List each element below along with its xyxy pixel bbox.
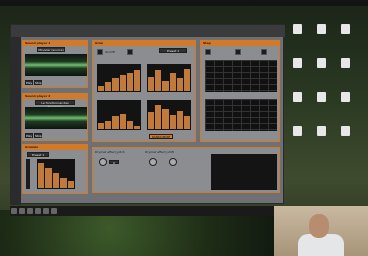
effect-panel: Granule Preset 1 [22, 144, 88, 194]
soundplayer-1-play-button[interactable]: Play [25, 80, 33, 85]
desktop-file-icon[interactable] [290, 24, 304, 40]
sequencer-title: Step [201, 41, 279, 46]
randomize-button[interactable]: RANDOMIZE [149, 134, 173, 139]
enable-toggle[interactable] [97, 49, 103, 55]
shift-knob[interactable] [149, 158, 157, 166]
desktop-file-icon[interactable] [314, 126, 328, 142]
grain-size-graph[interactable] [97, 64, 141, 92]
soundplayer-1-title: Sound player 1 [23, 41, 87, 46]
shift-knob-2[interactable] [169, 158, 177, 166]
taskbar-app-icon[interactable] [51, 208, 57, 214]
desktop-file-icon[interactable] [290, 58, 304, 74]
sequencer-toggle-2[interactable] [235, 49, 241, 55]
presenter-face [309, 214, 329, 238]
soundplayer-1-stop-button[interactable]: Stop [34, 80, 42, 85]
effect-preset-menu[interactable]: Preset 1 [27, 152, 49, 157]
taskbar [10, 206, 284, 216]
enable-label: On/Off [105, 50, 115, 54]
grain-density-graph[interactable] [147, 64, 191, 92]
menu-bar [0, 0, 368, 6]
grain-position-graph[interactable] [147, 100, 191, 130]
shift-effect-label: Drymet effect_shift [145, 150, 174, 154]
freeze-toggle[interactable] [127, 49, 133, 55]
taskbar-app-icon[interactable] [27, 208, 33, 214]
desktop-file-icon[interactable] [290, 126, 304, 142]
desktop-file-icon[interactable] [338, 126, 352, 142]
soundplayer-2-stop-button[interactable]: Stop [34, 133, 42, 138]
soundplayer-2-title: Sound player 2 [23, 94, 87, 99]
window-toolbar [11, 25, 285, 37]
desktop-file-icon[interactable] [338, 58, 352, 74]
sequencer-grid-bottom[interactable] [205, 99, 277, 131]
desktop-file-icon[interactable] [314, 92, 328, 108]
pitch-effect-label: Drymet effect_pitch [95, 150, 125, 154]
soundplayer-2-play-button[interactable]: Play [25, 133, 33, 138]
desktop-file-icon[interactable] [290, 92, 304, 108]
pitch-value[interactable]: 0 [109, 160, 119, 165]
left-tool-strip [11, 37, 21, 205]
taskbar-app-icon[interactable] [35, 208, 41, 214]
sequencer-panel: Step [200, 40, 280, 142]
soundplayer-2-waveform[interactable] [25, 107, 87, 129]
soundplayer-1-file-menu[interactable]: Mouvlar (source) [37, 47, 65, 52]
taskbar-app-icon[interactable] [11, 208, 17, 214]
granulator-title: Gran [93, 41, 195, 46]
effect-panel-title: Granule [23, 145, 87, 150]
desktop-file-icon[interactable] [314, 58, 328, 74]
pitch-knob[interactable] [99, 158, 107, 166]
output-scope [211, 154, 277, 190]
desktop-file-icon[interactable] [338, 24, 352, 40]
grain-mode-menu[interactable]: Preset 1 [159, 48, 187, 53]
volume-fader[interactable] [26, 159, 30, 189]
soundplayer-1-waveform[interactable] [25, 54, 87, 76]
sequencer-toggle-3[interactable] [261, 49, 267, 55]
soundplayer-2-file-menu[interactable]: Le fonctionnel des diversions [35, 100, 75, 109]
taskbar-app-icon[interactable] [19, 208, 25, 214]
desktop-file-icon[interactable] [338, 92, 352, 108]
bottom-effects-panel: Drymet effect_pitch 0 Drymet effect_shif… [92, 147, 280, 193]
grain-pitch-graph[interactable] [97, 100, 141, 130]
sequencer-grid-top[interactable] [205, 60, 277, 92]
taskbar-app-icon[interactable] [43, 208, 49, 214]
soundplayer-2-panel: Sound player 2 Le fonctionnel des divers… [22, 93, 88, 141]
desktop-file-icon[interactable] [314, 24, 328, 40]
sequencer-toggle-1[interactable] [205, 49, 211, 55]
granular-synth-window: Sound player 1 Mouvlar (source) Play Sto… [10, 24, 285, 205]
desktop-wallpaper-foliage [0, 210, 274, 256]
effect-display [37, 159, 75, 189]
soundplayer-1-panel: Sound player 1 Mouvlar (source) Play Sto… [22, 40, 88, 88]
granulator-panel: Gran On/Off Preset 1 RANDOMIZE [92, 40, 196, 142]
